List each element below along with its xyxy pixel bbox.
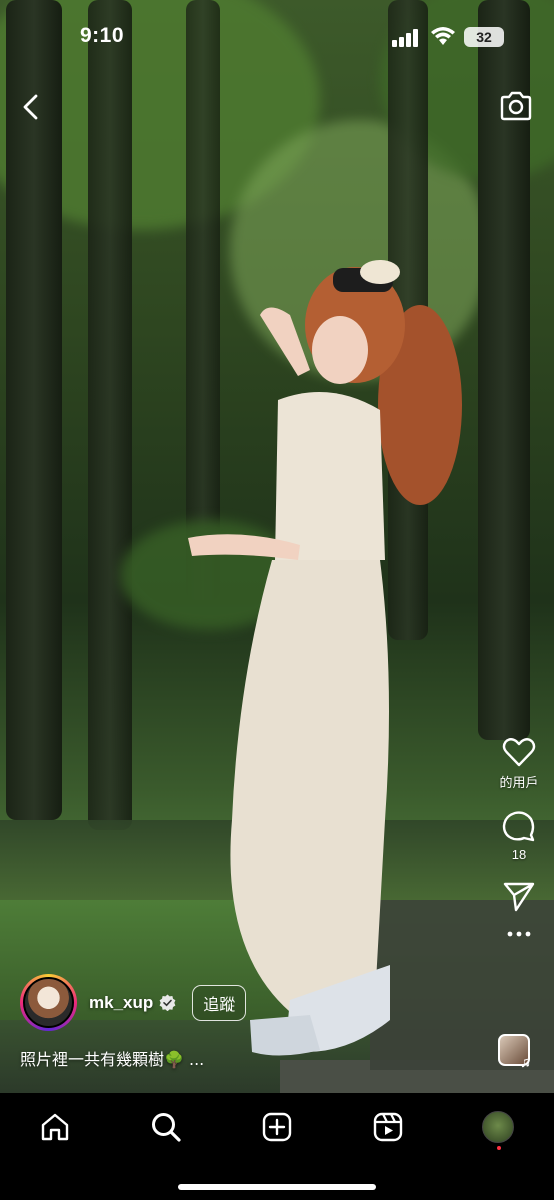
battery-indicator: 32 (464, 27, 504, 47)
home-icon (41, 1113, 69, 1141)
story-ring[interactable] (20, 974, 77, 1031)
verified-badge-icon (159, 994, 176, 1011)
tree-trunk (88, 0, 132, 830)
status-time: 9:10 (80, 24, 125, 47)
tab-home[interactable] (37, 1109, 73, 1145)
cellular-signal-icon (392, 29, 418, 47)
post-author-row: mk_xup 追蹤 (20, 974, 247, 1031)
wifi-icon (431, 27, 455, 45)
post-photo[interactable] (0, 0, 554, 1093)
comment-count: 18 (511, 847, 527, 862)
post-caption[interactable]: 照片裡一共有幾顆樹🌳 ... (20, 1046, 204, 1070)
share-button[interactable] (484, 880, 554, 912)
search-icon (152, 1113, 181, 1142)
heart-icon (502, 738, 536, 767)
action-rail: 的用戶 18 (484, 736, 554, 956)
tab-search[interactable] (148, 1109, 184, 1145)
status-bar: 9:10 32 (0, 0, 554, 74)
username[interactable]: mk_xup (89, 993, 153, 1013)
notification-dot (497, 1146, 501, 1150)
more-icon (507, 931, 531, 937)
like-button[interactable]: 的用戶 (484, 736, 554, 791)
comment-icon (502, 811, 535, 842)
back-button[interactable] (18, 92, 42, 125)
create-post-icon (262, 1112, 292, 1142)
reels-icon (373, 1112, 403, 1142)
home-indicator (178, 1184, 376, 1190)
profile-avatar (482, 1111, 514, 1143)
person-figure (188, 260, 462, 1056)
camera-button[interactable] (499, 90, 533, 125)
avatar (23, 977, 74, 1028)
camera-icon (500, 91, 532, 121)
follow-button[interactable]: 追蹤 (192, 984, 247, 1021)
back-arrow-icon (23, 94, 38, 120)
comment-button[interactable]: 18 (484, 809, 554, 862)
send-icon (503, 882, 535, 912)
more-button[interactable] (484, 930, 554, 938)
music-note-icon: ♫ (520, 1054, 532, 1071)
like-label: 的用戶 (499, 775, 539, 790)
tab-reels[interactable] (370, 1109, 406, 1145)
tab-create[interactable] (259, 1109, 295, 1145)
tab-profile[interactable] (480, 1109, 516, 1145)
